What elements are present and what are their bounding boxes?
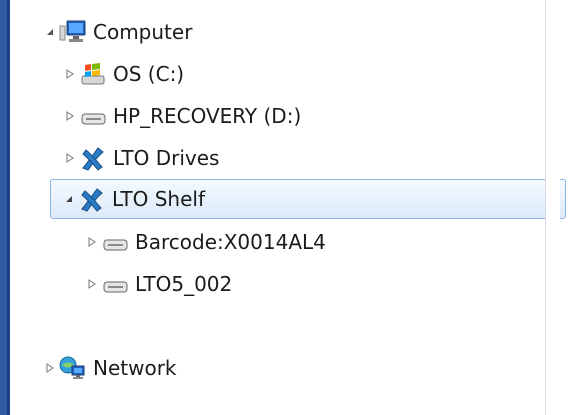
- tree-item-lto-drives[interactable]: LTO Drives: [62, 138, 512, 178]
- window-left-border: [0, 0, 10, 415]
- tree-item-label: OS (C:): [113, 62, 185, 86]
- windows-drive-icon: [78, 60, 108, 88]
- tree-item-label: Computer: [93, 20, 193, 44]
- tree-item-barcode-x0014al4[interactable]: Barcode:X0014AL4: [84, 222, 504, 262]
- vertical-scrollbar[interactable]: [545, 0, 560, 415]
- collapsed-arrow-icon[interactable]: [62, 150, 78, 166]
- tree-item-lto5-002[interactable]: LTO5_002: [84, 264, 504, 304]
- lto-icon: [78, 144, 108, 172]
- collapsed-arrow-icon[interactable]: [84, 234, 100, 250]
- tree-item-label: HP_RECOVERY (D:): [113, 104, 302, 128]
- tree-item-label: Network: [93, 356, 177, 380]
- tree-item-label: LTO Drives: [113, 146, 220, 170]
- tree-item-os-drive[interactable]: OS (C:): [62, 54, 512, 94]
- collapsed-arrow-icon[interactable]: [62, 66, 78, 82]
- tree-item-network[interactable]: Network: [42, 348, 512, 388]
- expanded-arrow-icon[interactable]: [42, 24, 58, 40]
- expanded-arrow-icon[interactable]: [61, 191, 77, 207]
- navigation-pane[interactable]: Computer OS (C:) HP_RECOVERY (D:) LTO Dr…: [10, 0, 566, 415]
- tree-item-hp-recovery-drive[interactable]: HP_RECOVERY (D:): [62, 96, 512, 136]
- tree-item-computer[interactable]: Computer: [42, 12, 512, 52]
- collapsed-arrow-icon[interactable]: [42, 360, 58, 376]
- tree-item-lto-shelf[interactable]: LTO Shelf: [50, 179, 566, 219]
- computer-icon: [58, 18, 88, 46]
- tree-item-label: LTO Shelf: [112, 187, 205, 211]
- lto-icon: [77, 185, 107, 213]
- tape-drive-icon: [100, 270, 130, 298]
- collapsed-arrow-icon[interactable]: [84, 276, 100, 292]
- network-icon: [58, 354, 88, 382]
- collapsed-arrow-icon[interactable]: [62, 108, 78, 124]
- hard-drive-icon: [78, 102, 108, 130]
- tape-drive-icon: [100, 228, 130, 256]
- tree-item-label: Barcode:X0014AL4: [135, 230, 326, 254]
- tree-item-label: LTO5_002: [135, 272, 233, 296]
